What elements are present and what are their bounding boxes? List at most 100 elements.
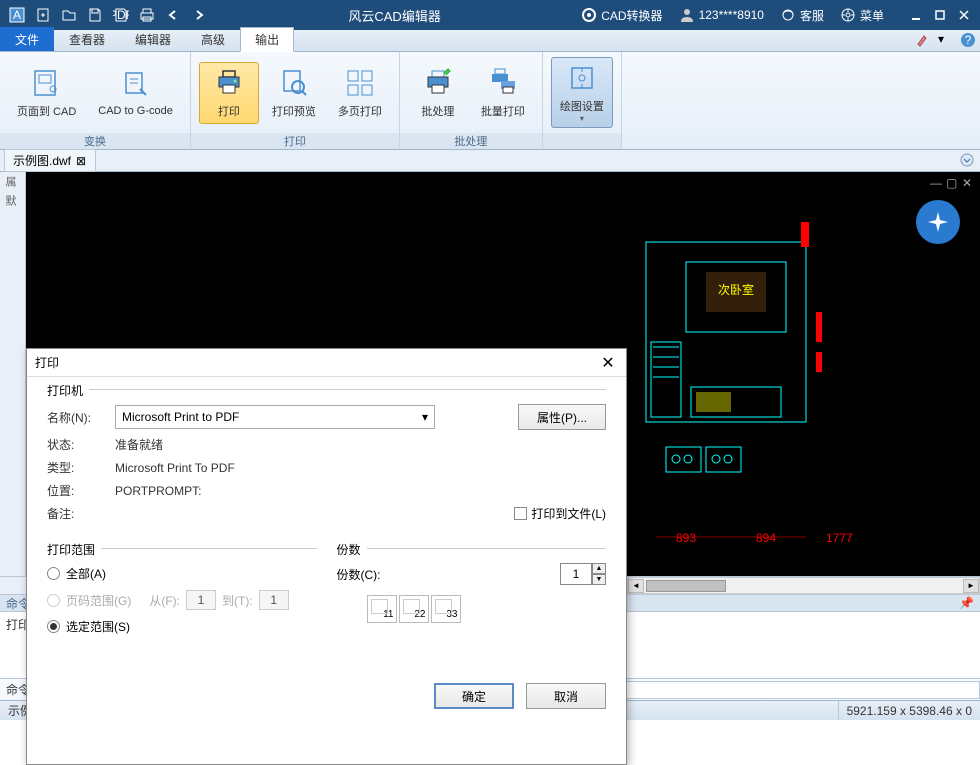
minimize-button[interactable]: [904, 3, 928, 27]
svg-text:1777: 1777: [826, 531, 853, 545]
from-input: [186, 590, 216, 610]
batch-icon: [422, 67, 454, 99]
to-label: 到(T):: [222, 592, 253, 609]
support-button[interactable]: 客服: [776, 7, 828, 24]
save-pdf-icon[interactable]: PDF: [110, 4, 132, 26]
printer-select[interactable]: Microsoft Print to PDF ▾: [115, 405, 435, 429]
ribbon-group-transform-label: 变换: [0, 133, 190, 149]
hscroll-track[interactable]: ◄ ►: [627, 577, 980, 594]
new-icon[interactable]: [32, 4, 54, 26]
ribbon-print-preview[interactable]: 打印预览: [263, 62, 325, 124]
cmd-pin-icon[interactable]: 📌: [959, 596, 974, 610]
chevron-down-icon: ▾: [580, 114, 584, 123]
draw-settings-icon: [566, 62, 598, 94]
menu-tab-advanced[interactable]: 高级: [186, 27, 240, 51]
hscroll-left-button[interactable]: ◄: [628, 579, 644, 593]
support-label: 客服: [800, 7, 824, 24]
ribbon-draw-settings[interactable]: 绘图设置 ▾: [551, 57, 613, 128]
range-all-radio[interactable]: [47, 567, 60, 580]
ribbon-print[interactable]: 打印: [199, 62, 259, 124]
cad-drawing: 次卧室 893 894 1777: [626, 212, 976, 572]
app-title: 风云CAD编辑器: [212, 6, 577, 25]
copies-label: 份数(C):: [337, 566, 381, 583]
app-logo-icon[interactable]: A: [6, 4, 28, 26]
batch-print-icon: [487, 67, 519, 99]
hscroll-thumb[interactable]: [646, 580, 726, 592]
dropdown-icon[interactable]: ▾: [938, 32, 954, 48]
svg-text:A: A: [13, 8, 21, 22]
properties-button[interactable]: 属性(P)...: [518, 404, 606, 430]
redo-icon[interactable]: [188, 4, 210, 26]
printer-icon: [213, 67, 245, 99]
ribbon-batch[interactable]: 批处理: [408, 62, 468, 124]
converter-label: CAD转换器: [601, 7, 662, 24]
range-selection-radio[interactable]: [47, 620, 60, 633]
hscroll-right-button[interactable]: ►: [963, 579, 979, 593]
print-dialog: 打印 ✕ 打印机 名称(N): Microsoft Print to PDF ▾…: [26, 348, 627, 765]
copies-down-button[interactable]: ▼: [592, 574, 606, 585]
close-button[interactable]: [952, 3, 976, 27]
svg-text:894: 894: [756, 531, 776, 545]
document-tabs: 示例图.dwf ⊠: [0, 150, 980, 172]
doctabs-dropdown[interactable]: [960, 153, 974, 170]
canvas-min-icon[interactable]: —: [930, 176, 944, 190]
canvas-close-icon[interactable]: ✕: [962, 176, 976, 190]
collate-icons: 11 22 33: [367, 595, 607, 623]
print-to-file-label: 打印到文件(L): [531, 505, 606, 522]
name-label: 名称(N):: [47, 409, 107, 426]
document-tab-close[interactable]: ⊠: [75, 155, 87, 167]
copies-input[interactable]: [560, 563, 592, 585]
dialog-title: 打印: [35, 354, 598, 371]
left-panel-label-1[interactable]: 默: [0, 191, 20, 210]
left-panel-label-0[interactable]: 属: [0, 172, 20, 191]
user-label: 123****8910: [699, 8, 764, 22]
left-panel: 属 默: [0, 172, 26, 576]
where-label: 位置:: [47, 482, 107, 499]
range-pages-radio: [47, 594, 60, 607]
open-icon[interactable]: [58, 4, 80, 26]
main-area: 属 默 — ▢ ✕ 次卧室: [0, 172, 980, 576]
user-button[interactable]: 123****8910: [675, 7, 768, 23]
cancel-button[interactable]: 取消: [526, 683, 606, 709]
status-value: 准备就绪: [115, 436, 163, 453]
page-to-cad-icon: [31, 67, 63, 99]
save-icon[interactable]: [84, 4, 106, 26]
ok-button[interactable]: 确定: [434, 683, 514, 709]
maximize-button[interactable]: [928, 3, 952, 27]
ribbon-group-print-label: 打印: [191, 133, 399, 149]
chevron-down-icon: ▾: [422, 410, 428, 424]
canvas-max-icon[interactable]: ▢: [946, 176, 960, 190]
print-to-file-checkbox[interactable]: [514, 507, 527, 520]
menu-tab-viewer[interactable]: 查看器: [54, 27, 120, 51]
page-icon-1: 11: [367, 595, 397, 623]
type-label: 类型:: [47, 459, 107, 476]
ribbon-batch-print[interactable]: 批量打印: [472, 62, 534, 124]
ribbon-multipage-print[interactable]: 多页打印: [329, 62, 391, 124]
where-value: PORTPROMPT:: [115, 484, 201, 498]
titlebar: A PDF 风云CAD编辑器 CAD转换器 123****8910 客服 菜单: [0, 0, 980, 30]
style-icon[interactable]: [916, 32, 932, 48]
help-icon[interactable]: ?: [960, 32, 976, 48]
svg-text:次卧室: 次卧室: [718, 282, 754, 297]
ribbon-group-batch-label: 批处理: [400, 133, 542, 149]
menu-tab-editor[interactable]: 编辑器: [120, 27, 186, 51]
undo-icon[interactable]: [162, 4, 184, 26]
document-tab-label: 示例图.dwf: [13, 152, 71, 169]
range-selection-label: 选定范围(S): [66, 618, 130, 635]
menu-tab-file[interactable]: 文件: [0, 27, 54, 51]
comment-label: 备注:: [47, 505, 107, 522]
document-tab[interactable]: 示例图.dwf ⊠: [4, 149, 96, 172]
dialog-close-button[interactable]: ✕: [598, 353, 618, 373]
cad-converter-button[interactable]: CAD转换器: [577, 7, 666, 24]
menu-tab-output[interactable]: 输出: [240, 27, 294, 52]
print-icon[interactable]: [136, 4, 158, 26]
range-all-label: 全部(A): [66, 565, 106, 582]
cad-to-gcode-icon: [120, 69, 152, 101]
svg-text:?: ?: [965, 33, 972, 47]
ribbon-cad-to-gcode[interactable]: CAD to G-code: [89, 64, 182, 122]
menu-button[interactable]: 菜单: [836, 7, 888, 24]
ribbon-group-settings-label: [543, 133, 621, 149]
copies-up-button[interactable]: ▲: [592, 563, 606, 574]
ribbon-page-to-cad[interactable]: 页面到 CAD: [8, 62, 85, 124]
print-preview-icon: [278, 67, 310, 99]
